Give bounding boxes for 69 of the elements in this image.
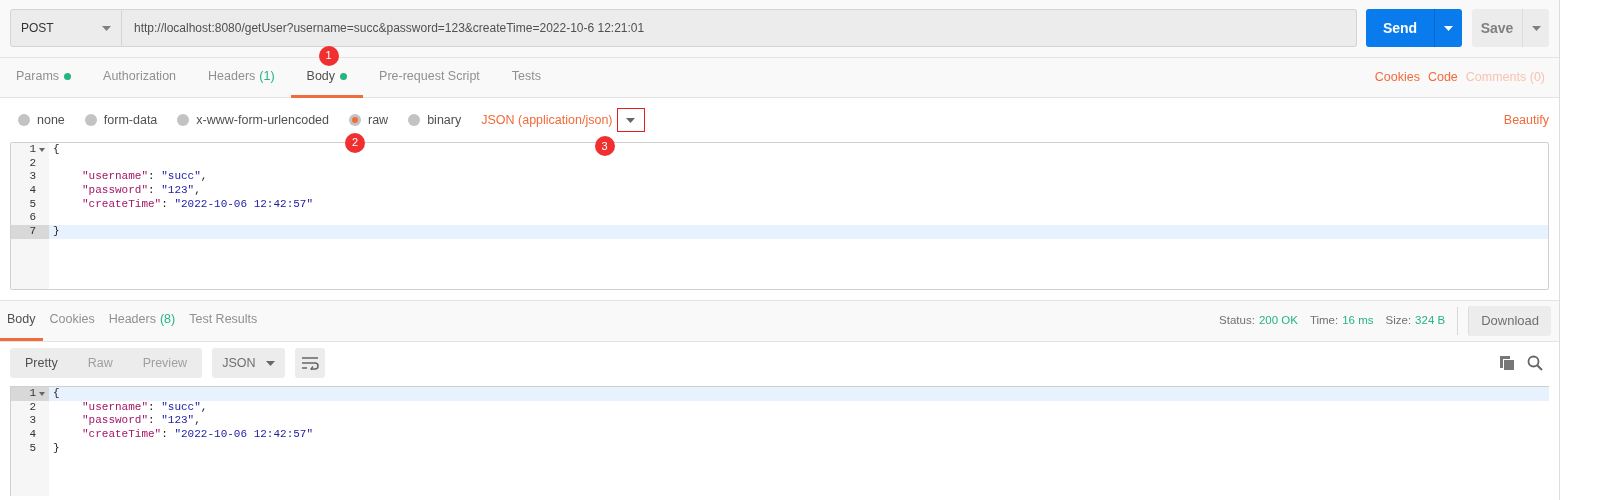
copy-icon[interactable] xyxy=(1499,355,1515,371)
header-link[interactable]: Code xyxy=(1427,68,1458,87)
request-tab[interactable]: Pre-request Script xyxy=(363,57,496,98)
view-mode-tab[interactable]: Preview xyxy=(127,348,203,378)
line-number: 2 xyxy=(29,156,36,169)
download-button[interactable]: Download xyxy=(1468,306,1551,336)
line-number: 3 xyxy=(29,414,36,427)
url-field[interactable]: http://localhost:8080/getUser?username=succ&password=123&createTime=2022-10-6 12:21:01 xyxy=(122,9,1357,47)
line-number: 5 xyxy=(29,441,36,454)
response-tab[interactable]: Test Results xyxy=(182,301,265,341)
meta-value: 200 OK xyxy=(1258,313,1298,329)
line-number: 4 xyxy=(29,184,36,197)
response-tab[interactable]: Cookies xyxy=(42,301,102,341)
body-type-radio[interactable]: form-data xyxy=(84,110,158,130)
header-link[interactable]: Cookies xyxy=(1374,68,1420,87)
caret-icon xyxy=(1444,25,1453,31)
search-icon[interactable] xyxy=(1527,355,1543,371)
caret-icon xyxy=(266,360,276,366)
line-number: 1 xyxy=(29,387,36,399)
response-format-dropdown[interactable]: JSON xyxy=(212,348,286,378)
wrap-icon xyxy=(301,356,320,370)
annotation-badge: 2 xyxy=(345,132,365,153)
code-line: "username": "succ", xyxy=(81,400,208,415)
caret-icon xyxy=(626,117,635,123)
line-number: 7 xyxy=(29,225,36,238)
body-type-radio[interactable]: none xyxy=(18,110,65,130)
body-type-radio[interactable]: raw xyxy=(349,110,389,130)
caret-icon xyxy=(102,25,111,31)
code-line: "password": "123", xyxy=(81,414,201,429)
code-line: } xyxy=(52,225,60,239)
meta-label: Time: xyxy=(1309,313,1339,329)
meta-label: Size: xyxy=(1385,313,1412,329)
request-tab[interactable]: Authorization xyxy=(87,57,193,98)
send-button[interactable]: Send xyxy=(1366,9,1462,47)
line-number: 3 xyxy=(29,170,36,183)
request-tab[interactable]: Headers (1) xyxy=(192,57,291,98)
code-line: } xyxy=(52,441,60,456)
code-line: "username": "succ", xyxy=(81,170,208,185)
code-line: { xyxy=(52,143,60,157)
view-mode-tab[interactable]: Pretty xyxy=(10,348,73,378)
fold-icon[interactable] xyxy=(39,392,45,396)
save-button[interactable]: Save xyxy=(1472,9,1549,47)
format-dropdown[interactable] xyxy=(616,108,645,132)
annotation-badge: 3 xyxy=(594,136,615,156)
method-dropdown[interactable]: POST xyxy=(10,9,122,47)
body-type-radio[interactable]: x-www-form-urlencoded xyxy=(177,110,329,130)
body-type-radio[interactable]: binary xyxy=(408,110,462,130)
meta-value: 16 ms xyxy=(1342,313,1374,329)
code-line: "createTime": "2022-10-06 12:42:57" xyxy=(81,428,314,442)
caret-icon xyxy=(1531,25,1541,31)
request-tab[interactable]: Tests xyxy=(495,57,557,98)
beautify-link[interactable]: Beautify xyxy=(1503,110,1549,130)
line-number: 6 xyxy=(29,211,36,224)
meta-value: 324 B xyxy=(1415,313,1446,329)
fold-icon[interactable] xyxy=(39,148,45,152)
line-number: 4 xyxy=(29,428,36,441)
format-label: JSON (application/json) xyxy=(481,111,613,129)
code-line: { xyxy=(52,387,60,401)
view-mode-tab[interactable]: Raw xyxy=(72,348,128,378)
line-number: 5 xyxy=(29,197,36,210)
response-tab[interactable]: Headers (8) xyxy=(101,301,183,341)
line-number: 1 xyxy=(29,143,36,155)
meta-label: Status: xyxy=(1219,313,1255,329)
response-tab[interactable]: Body xyxy=(0,301,43,341)
code-line: "password": "123", xyxy=(81,184,201,198)
wrap-lines-button[interactable] xyxy=(295,348,326,378)
code-line: "createTime": "2022-10-06 12:42:57" xyxy=(81,197,314,212)
line-number: 2 xyxy=(29,400,36,413)
request-tab[interactable]: Params xyxy=(0,57,88,98)
